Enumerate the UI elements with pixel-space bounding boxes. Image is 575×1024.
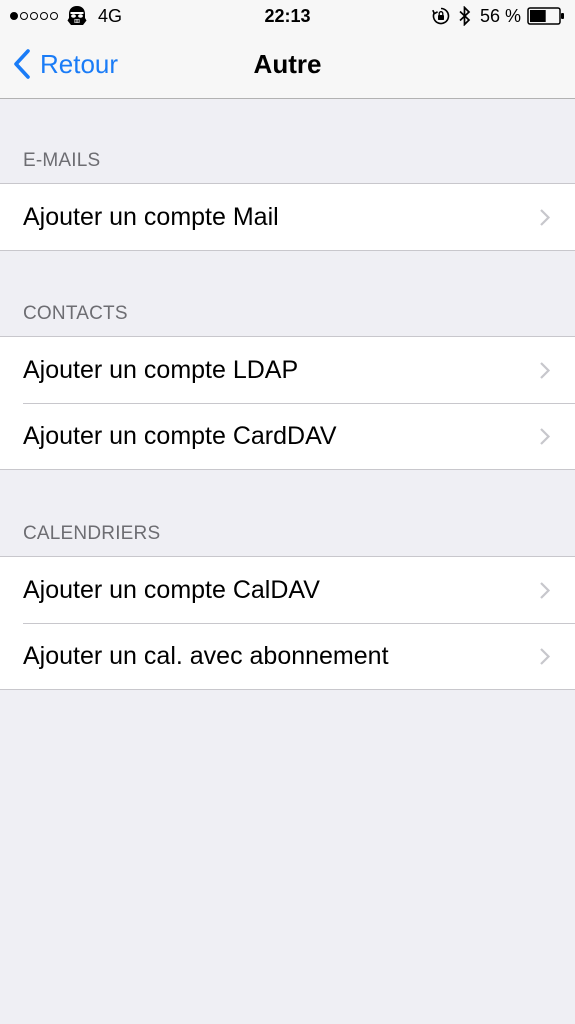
list-item-add-mail-account[interactable]: Ajouter un compte Mail bbox=[0, 184, 575, 250]
list-item-add-caldav-account[interactable]: Ajouter un compte CalDAV bbox=[0, 557, 575, 623]
page-title: Autre bbox=[253, 49, 322, 79]
list-item-add-ldap-account[interactable]: Ajouter un compte LDAP bbox=[0, 337, 575, 403]
section-header-calendars: CALENDRIERS bbox=[23, 523, 161, 544]
battery-icon bbox=[527, 7, 564, 25]
section-header-contacts: CONTACTS bbox=[23, 303, 128, 324]
list-item-add-carddav-account[interactable]: Ajouter un compte CardDAV bbox=[0, 403, 575, 469]
list-item-label: Ajouter un compte CalDAV bbox=[23, 576, 320, 604]
chevron-right-icon bbox=[540, 428, 551, 445]
chevron-right-icon bbox=[540, 209, 551, 226]
group-emails: Ajouter un compte Mail bbox=[0, 183, 575, 251]
group-contacts: Ajouter un compte LDAP Ajouter un compte… bbox=[0, 336, 575, 470]
battery-percentage: 56 % bbox=[479, 6, 521, 26]
navigation-bar: Retour Autre bbox=[0, 32, 575, 99]
list-item-label: Ajouter un compte LDAP bbox=[23, 356, 299, 384]
status-right: 56 % bbox=[432, 5, 565, 27]
chevron-right-icon bbox=[540, 648, 551, 665]
chevron-right-icon bbox=[540, 362, 551, 379]
list-item-label: Ajouter un compte CardDAV bbox=[23, 422, 337, 450]
bluetooth-icon bbox=[459, 6, 471, 26]
list-item-label: Ajouter un compte Mail bbox=[23, 203, 279, 231]
chevron-right-icon bbox=[540, 582, 551, 599]
group-calendars: Ajouter un compte CalDAV Ajouter un cal.… bbox=[0, 556, 575, 690]
status-bar: 4G 22:13 56 % bbox=[0, 0, 575, 32]
section-header-emails: E-MAILS bbox=[23, 150, 101, 171]
rotation-lock-icon bbox=[432, 7, 450, 25]
list-item-label: Ajouter un cal. avec abonnement bbox=[23, 642, 389, 670]
list-item-add-subscribed-calendar[interactable]: Ajouter un cal. avec abonnement bbox=[0, 623, 575, 689]
